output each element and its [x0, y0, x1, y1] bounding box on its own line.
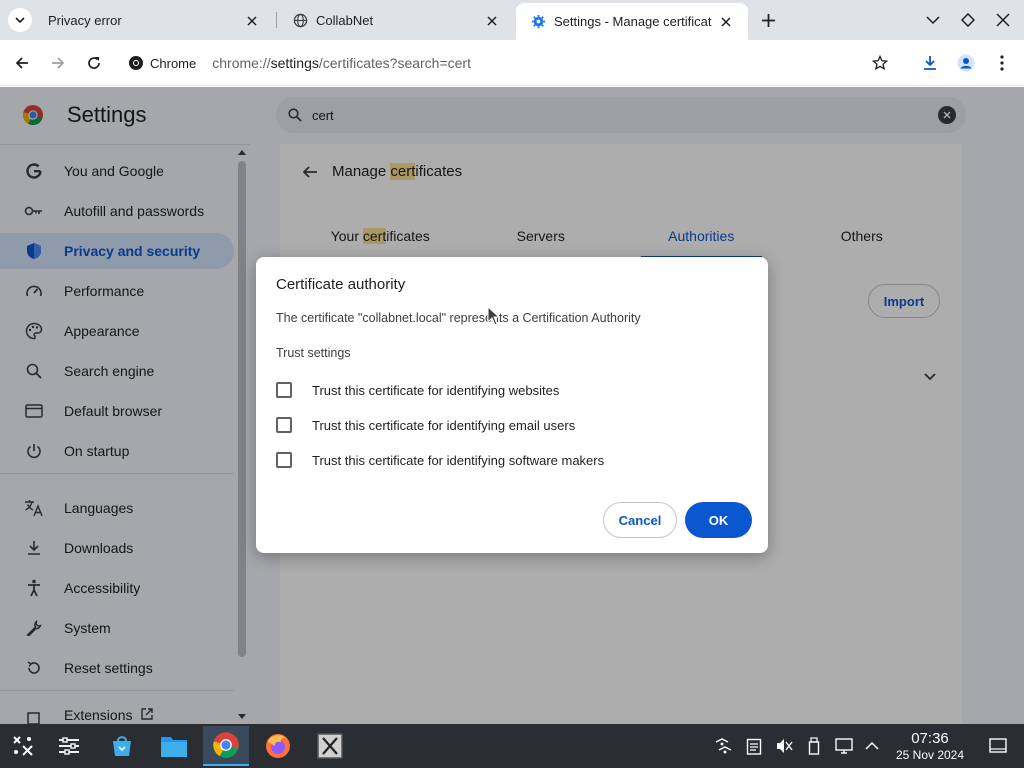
menu-button[interactable]	[990, 51, 1014, 75]
diamond-icon	[961, 13, 975, 27]
display-icon	[835, 738, 853, 754]
dialog-description: The certificate "collabnet.local" repres…	[276, 311, 641, 325]
arrow-right-icon	[52, 57, 65, 69]
trust-software-option[interactable]: Trust this certificate for identifying s…	[276, 450, 604, 470]
tab-title: Settings - Manage certificat	[554, 14, 712, 29]
arrow-left-icon	[15, 57, 28, 69]
trust-websites-checkbox[interactable]	[276, 382, 292, 398]
url-text[interactable]: chrome://settings/certificates?search=ce…	[212, 55, 471, 71]
reload-icon	[88, 57, 100, 69]
tab-title: Privacy error	[48, 13, 122, 28]
clipboard-icon	[746, 738, 762, 755]
forward-button[interactable]	[46, 51, 70, 75]
back-button[interactable]	[10, 51, 34, 75]
clock[interactable]: 07:36 25 Nov 2024	[890, 730, 970, 762]
display-tray[interactable]	[834, 736, 854, 756]
close-window-button[interactable]	[993, 10, 1013, 30]
tab-title: CollabNet	[316, 13, 374, 28]
browser-toolbar: Chrome chrome://settings/certificates?se…	[0, 40, 1024, 86]
option-label: Trust this certificate for identifying s…	[312, 452, 605, 468]
system-taskbar: 07:36 25 Nov 2024	[0, 724, 1024, 768]
chrome-icon	[213, 732, 239, 758]
chevron-up-icon	[865, 741, 879, 750]
volume-muted-icon	[777, 739, 793, 753]
avatar-icon	[957, 54, 975, 72]
dialog-title: Certificate authority	[276, 276, 406, 293]
xterm-icon	[317, 733, 343, 759]
tab-separator	[276, 12, 277, 28]
tab-collabnet[interactable]: CollabNet	[278, 5, 514, 36]
chrome-taskbar-button[interactable]	[203, 726, 249, 766]
task-manager-button[interactable]	[46, 726, 92, 766]
url-host: settings	[270, 55, 319, 71]
address-bar[interactable]: Chrome chrome://settings/certificates?se…	[120, 46, 910, 80]
tray-expand-button[interactable]	[862, 736, 882, 756]
trust-settings-heading: Trust settings	[276, 346, 351, 360]
usb-drive-icon	[808, 737, 820, 755]
bookmark-button[interactable]	[868, 51, 892, 75]
chrome-logo-icon	[129, 56, 143, 70]
site-info-chip[interactable]: Chrome	[128, 55, 196, 71]
plus-icon	[761, 13, 775, 27]
trust-email-checkbox[interactable]	[276, 417, 292, 433]
trust-email-option[interactable]: Trust this certificate for identifying e…	[276, 415, 575, 435]
close-icon	[996, 13, 1010, 27]
gear-icon	[530, 14, 546, 30]
show-desktop-icon	[989, 738, 1007, 753]
profile-button[interactable]	[954, 51, 978, 75]
maximize-button[interactable]	[958, 10, 978, 30]
tab-strip: Privacy error CollabNet Settings - Manag…	[0, 0, 1024, 40]
xterm-button[interactable]	[307, 726, 353, 766]
chrome-chip-label: Chrome	[150, 55, 197, 71]
cancel-button[interactable]: Cancel	[603, 502, 677, 538]
mouse-cursor-icon	[487, 306, 501, 326]
reload-button[interactable]	[82, 51, 106, 75]
firefox-icon	[266, 734, 290, 758]
kebab-menu-icon	[1000, 55, 1004, 71]
close-icon[interactable]	[244, 13, 260, 29]
app-launcher-button[interactable]	[0, 726, 46, 766]
clipboard-tray[interactable]	[744, 736, 764, 756]
show-desktop-button[interactable]	[988, 736, 1008, 756]
tab-search-button[interactable]	[8, 8, 32, 32]
option-label: Trust this certificate for identifying w…	[312, 382, 560, 398]
url-scheme: chrome://	[212, 55, 271, 71]
certificate-authority-dialog: Certificate authority The certificate "c…	[256, 257, 768, 553]
trust-software-checkbox[interactable]	[276, 452, 292, 468]
discover-store-icon	[113, 736, 131, 756]
clock-date: 25 Nov 2024	[895, 748, 965, 762]
downloads-button[interactable]	[918, 51, 942, 75]
network-icon	[715, 738, 732, 754]
ok-button[interactable]: OK	[685, 502, 752, 538]
new-tab-button[interactable]	[757, 9, 779, 31]
close-icon[interactable]	[718, 14, 734, 30]
star-icon	[872, 55, 888, 71]
app-launcher-icon	[13, 736, 33, 756]
file-manager-icon	[161, 737, 187, 757]
firefox-button[interactable]	[255, 726, 301, 766]
chevron-down-icon	[15, 17, 25, 24]
discover-store-button[interactable]	[99, 726, 145, 766]
chevron-down-icon	[926, 16, 940, 25]
url-path: /certificates?search=cert	[318, 55, 471, 71]
device-tray[interactable]	[804, 736, 824, 756]
volume-tray[interactable]	[774, 736, 794, 756]
file-manager-button[interactable]	[151, 726, 197, 766]
clock-time: 07:36	[911, 730, 949, 747]
tab-privacy-error[interactable]: Privacy error	[34, 5, 274, 36]
trust-websites-option[interactable]: Trust this certificate for identifying w…	[276, 380, 559, 400]
task-manager-icon	[59, 737, 79, 755]
globe-icon	[292, 13, 308, 29]
download-icon	[924, 56, 936, 70]
close-icon[interactable]	[484, 13, 500, 29]
minimize-button[interactable]	[923, 10, 943, 30]
option-label: Trust this certificate for identifying e…	[312, 417, 576, 433]
network-tray[interactable]	[713, 736, 733, 756]
tab-settings[interactable]: Settings - Manage certificat	[516, 3, 748, 40]
